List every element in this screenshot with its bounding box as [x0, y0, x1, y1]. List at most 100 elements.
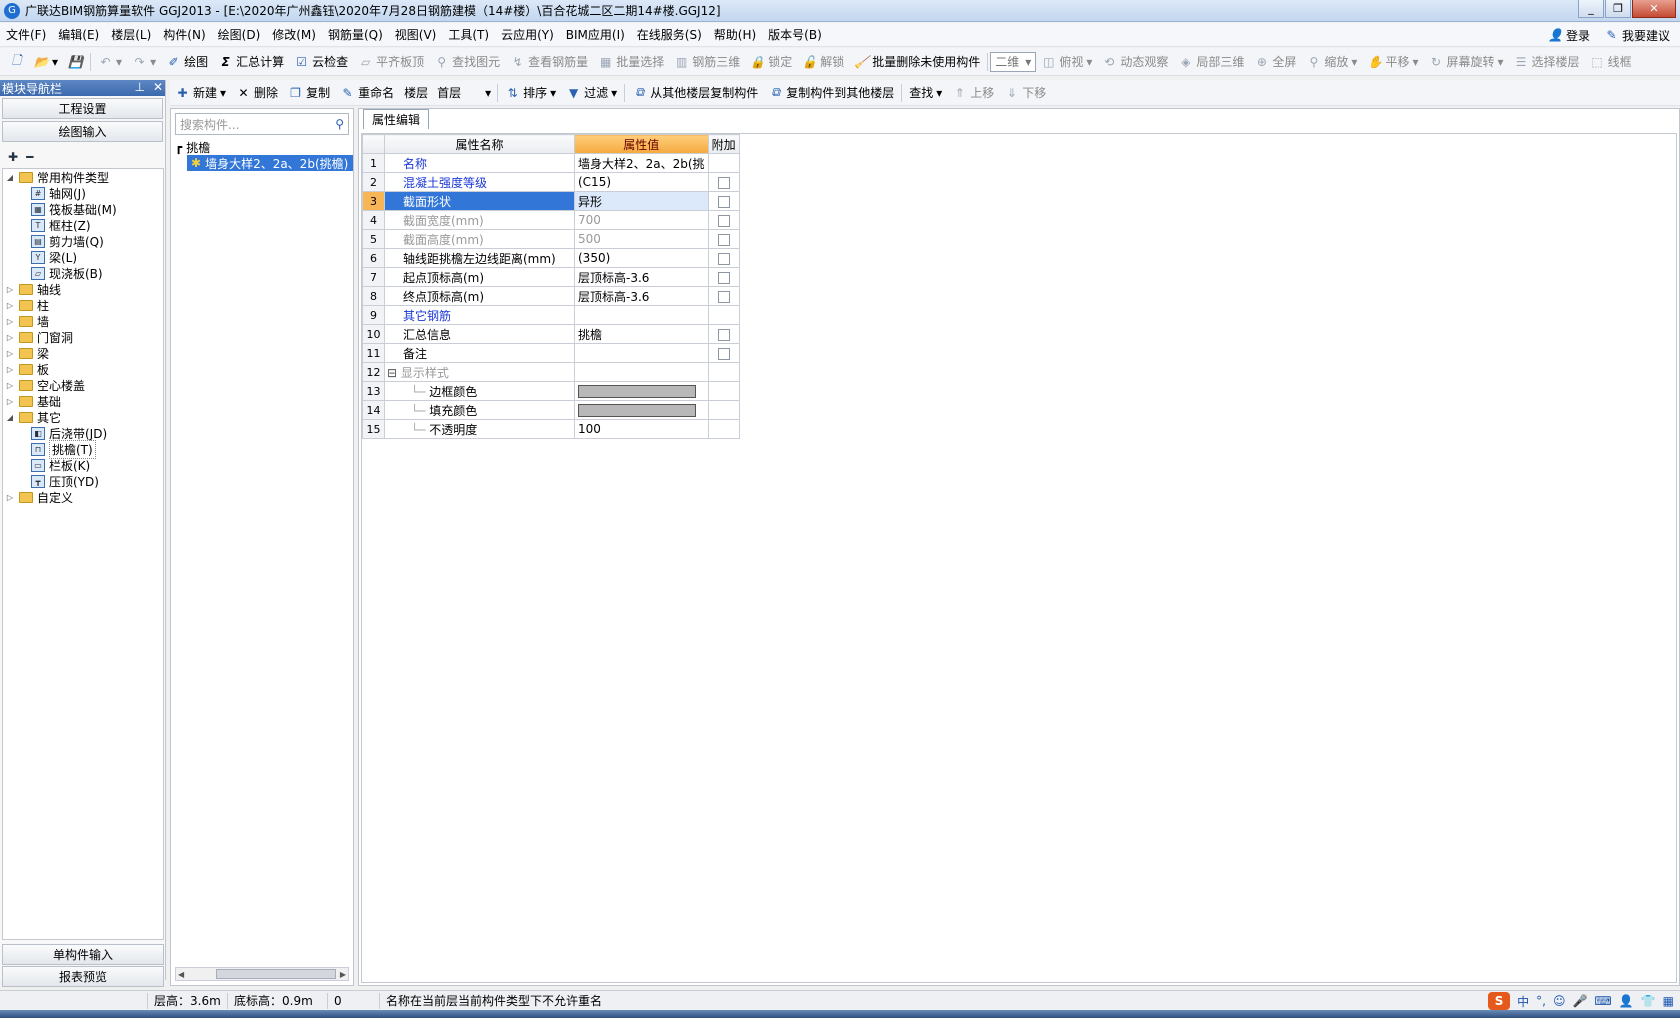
close-panel-icon[interactable]: ✕ [153, 80, 163, 94]
table-row[interactable]: 6 轴线距挑檐左边线距离(mm) (350) [362, 248, 740, 268]
ime-mode[interactable]: 中 [1517, 993, 1529, 1010]
rotate-button[interactable]: ↻ 屏幕旋转 ▾ [1424, 53, 1509, 70]
emoji-icon[interactable]: ☺ [1553, 994, 1566, 1008]
table-row[interactable]: 15 └─ 不透明度 100 [362, 419, 740, 439]
tree-component[interactable]: ⊓ 挑檐(T) [3, 439, 163, 459]
redo-button[interactable]: ↷ ▾ [127, 54, 161, 69]
property-value-cell[interactable] [574, 400, 709, 420]
tree-folder[interactable]: ◢ 常用构件类型 [3, 169, 163, 185]
new-component-button[interactable]: ✚ 新建 ▾ [170, 84, 231, 101]
expand-icon[interactable]: ▷ [5, 365, 15, 374]
menu-item-8[interactable]: 工具(T) [442, 26, 495, 43]
table-row[interactable]: 1 名称 墙身大样2、2a、2b(挑 [362, 153, 740, 173]
rebar-3d-button[interactable]: ▥ 钢筋三维 [669, 53, 745, 70]
pan-button[interactable]: ✋ 平移 ▾ [1362, 53, 1423, 70]
expand-icon[interactable]: ◢ [5, 413, 15, 422]
fullscreen-button[interactable]: ⊕ 全屏 [1249, 53, 1301, 70]
horizontal-scrollbar[interactable]: ◀ ▶ [175, 967, 349, 981]
login-link[interactable]: 👤 登录 [1548, 27, 1590, 44]
pin-icon[interactable]: ⊥ [134, 80, 144, 94]
save-button[interactable]: 💾 [63, 54, 88, 69]
zoom-button[interactable]: ⚲ 缩放 ▾ [1301, 53, 1362, 70]
menu-item-7[interactable]: 视图(V) [389, 26, 443, 43]
property-name-cell[interactable]: └─ 填充颜色 [384, 400, 575, 420]
draw-button[interactable]: ✐ 绘图 [161, 53, 213, 70]
property-value-cell[interactable]: (C15) [574, 172, 709, 192]
table-row[interactable]: 13 └─ 边框颜色 [362, 381, 740, 401]
property-value-cell[interactable]: 700 [574, 210, 709, 230]
collapse-all-icon[interactable]: ━ [26, 150, 33, 164]
property-name-cell[interactable]: 截面宽度(mm) [384, 210, 575, 230]
property-value-cell[interactable]: 异形 [574, 191, 709, 211]
column-header-value[interactable]: 属性值 [574, 134, 709, 154]
move-down-button[interactable]: ⇓ 下移 [999, 84, 1051, 101]
scroll-right-icon[interactable]: ▶ [340, 970, 346, 979]
table-row[interactable]: 8 终点顶标高(m) 层顶标高-3.6 [362, 286, 740, 306]
property-value-cell[interactable] [574, 305, 709, 325]
search-input[interactable]: 搜索构件... ⚲ [175, 113, 349, 135]
new-file-button[interactable]: 🗋 [4, 53, 29, 69]
unlock-button[interactable]: 🔓 解锁 [797, 53, 849, 70]
expand-icon[interactable]: ▷ [5, 493, 15, 502]
search-icon[interactable]: ⚲ [335, 117, 344, 131]
table-row[interactable]: 12 ⊟ 显示样式 [362, 362, 740, 382]
sum-calc-button[interactable]: Σ 汇总计算 [213, 53, 289, 70]
scroll-left-icon[interactable]: ◀ [178, 970, 184, 979]
property-name-cell[interactable]: 截面高度(mm) [384, 229, 575, 249]
report-preview-button[interactable]: 报表预览 [2, 966, 164, 987]
shirt-icon[interactable]: 👕 [1641, 994, 1656, 1008]
menu-item-10[interactable]: BIM应用(I) [560, 26, 631, 43]
tree-component[interactable]: ┳ 压顶(YD) [3, 473, 163, 489]
tree-component[interactable]: T 框柱(Z) [3, 217, 163, 233]
property-value-cell[interactable]: (350) [574, 248, 709, 268]
property-value-cell[interactable] [574, 362, 709, 382]
add-checkbox[interactable] [717, 347, 730, 360]
filter-button[interactable]: ▼ 过滤 ▾ [561, 84, 622, 101]
top-view-button[interactable]: ◫ 俯视 ▾ [1036, 53, 1097, 70]
move-up-button[interactable]: ⇑ 上移 [947, 84, 999, 101]
table-row[interactable]: 2 混凝土强度等级 (C15) [362, 172, 740, 192]
add-checkbox[interactable] [717, 271, 730, 284]
tree-folder[interactable]: ▷ 空心楼盖 [3, 377, 163, 393]
tree-component[interactable]: ▤ 剪力墙(Q) [3, 233, 163, 249]
local-3d-button[interactable]: ◈ 局部三维 [1173, 53, 1249, 70]
property-name-cell[interactable]: └─ 边框颜色 [384, 381, 575, 401]
copy-from-floor-button[interactable]: ⧉ 从其他楼层复制构件 [627, 84, 763, 101]
expand-all-icon[interactable]: ✚ [8, 150, 18, 164]
add-checkbox[interactable] [717, 252, 730, 265]
property-value-cell[interactable]: 100 [574, 419, 709, 439]
table-row[interactable]: 4 截面宽度(mm) 700 [362, 210, 740, 230]
tree-folder[interactable]: ◢ 其它 [3, 409, 163, 425]
view-mode-select[interactable]: 二维 ▾ [990, 51, 1037, 72]
property-value-cell[interactable]: 层顶标高-3.6 [574, 286, 709, 306]
menu-item-5[interactable]: 修改(M) [266, 26, 322, 43]
tree-component[interactable]: ▦ 筏板基础(M) [3, 201, 163, 217]
user-tray-icon[interactable]: 👤 [1619, 994, 1634, 1008]
copy-component-button[interactable]: ❐ 复制 [283, 84, 335, 101]
table-row[interactable]: 3 截面形状 异形 [362, 191, 740, 211]
collapse-group-icon[interactable]: ⊟ [387, 366, 401, 380]
menu-item-11[interactable]: 在线服务(S) [631, 26, 708, 43]
grid-tray-icon[interactable]: ▦ [1663, 994, 1674, 1008]
property-name-cell[interactable]: 混凝土强度等级 [384, 172, 575, 192]
sogou-ime-icon[interactable]: S [1488, 992, 1511, 1010]
property-value-cell[interactable]: 挑檐 [574, 324, 709, 344]
minimize-button[interactable]: _ [1578, 0, 1604, 18]
tree-folder[interactable]: ▷ 基础 [3, 393, 163, 409]
dynamic-view-button[interactable]: ⟲ 动态观察 [1097, 53, 1173, 70]
project-settings-button[interactable]: 工程设置 [2, 98, 163, 119]
expand-icon[interactable]: ▷ [5, 349, 15, 358]
rename-button[interactable]: ✎ 重命名 [335, 84, 399, 101]
keyboard-icon[interactable]: ⌨ [1594, 994, 1611, 1008]
suggest-link[interactable]: ✎ 我要建议 [1604, 27, 1670, 44]
tree-folder[interactable]: ▷ 板 [3, 361, 163, 377]
flat-top-button[interactable]: ▱ 平齐板顶 [353, 53, 429, 70]
table-row[interactable]: 11 备注 [362, 343, 740, 363]
add-checkbox[interactable] [717, 195, 730, 208]
menu-item-3[interactable]: 构件(N) [157, 26, 211, 43]
color-swatch[interactable] [578, 403, 696, 417]
punctuation-icon[interactable]: °, [1536, 994, 1546, 1008]
expand-icon[interactable]: ▷ [5, 317, 15, 326]
add-checkbox[interactable] [717, 233, 730, 246]
tree-folder[interactable]: ▷ 墙 [3, 313, 163, 329]
